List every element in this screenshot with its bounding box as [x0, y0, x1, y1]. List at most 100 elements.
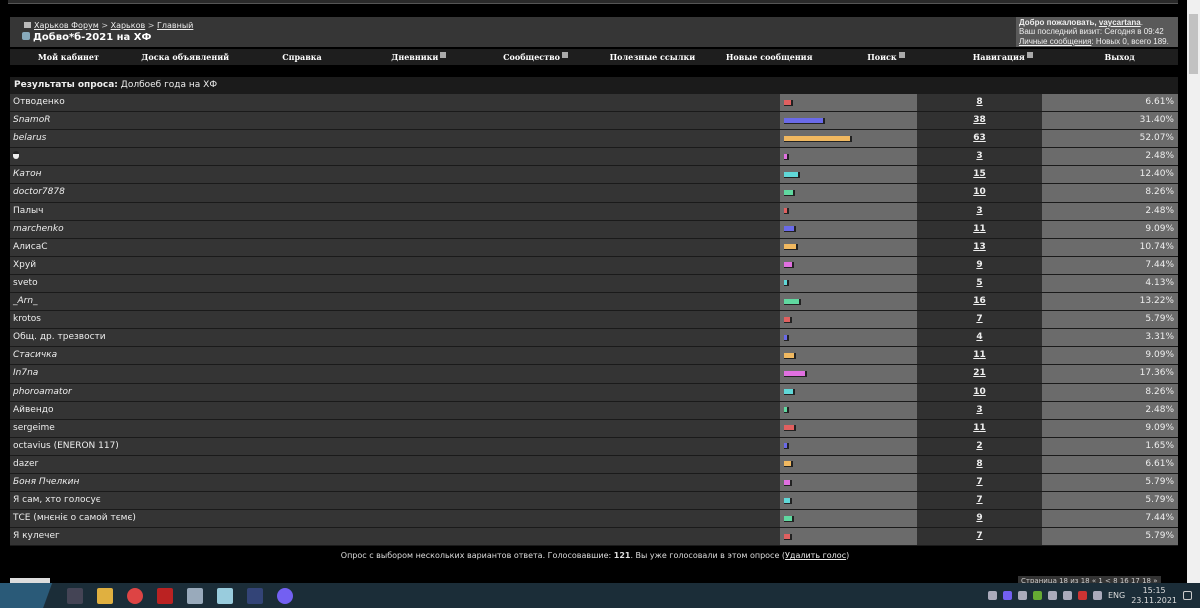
- vote-count[interactable]: 3: [917, 148, 1042, 166]
- option-text: marchenko: [13, 223, 64, 234]
- vote-count[interactable]: 21: [917, 365, 1042, 383]
- table-row: doctor7878 10 8.26%: [10, 184, 1178, 203]
- breadcrumb-main[interactable]: Главный: [157, 21, 193, 30]
- nvidia-icon[interactable]: [1032, 591, 1042, 600]
- dropdown-icon[interactable]: [562, 52, 568, 58]
- antivirus-icon[interactable]: [1077, 591, 1087, 600]
- language-indicator[interactable]: ENG: [1108, 591, 1125, 600]
- vote-count[interactable]: 4: [917, 329, 1042, 347]
- vote-bar: [784, 208, 789, 215]
- vote-count[interactable]: 11: [917, 220, 1042, 238]
- dropdown-icon[interactable]: [1026, 52, 1033, 58]
- viber-icon[interactable]: [277, 587, 293, 604]
- breadcrumb-kharkiv[interactable]: Харьков: [111, 21, 146, 30]
- vote-bar: [784, 190, 795, 197]
- vote-count[interactable]: 7: [917, 492, 1042, 510]
- option-text: krotos: [13, 314, 41, 325]
- nav-item[interactable]: Сообщество: [477, 52, 594, 62]
- viber-tray-icon[interactable]: [1002, 591, 1012, 600]
- nav-item[interactable]: Выход: [1061, 52, 1178, 62]
- vote-count[interactable]: 13: [917, 238, 1042, 256]
- document-app-icon[interactable]: [217, 587, 233, 604]
- pdf-app-icon[interactable]: [157, 587, 173, 604]
- vote-bar-cell: [780, 184, 917, 202]
- vote-count[interactable]: 9: [917, 256, 1042, 274]
- vote-count[interactable]: 7: [917, 473, 1042, 492]
- nav-item-label: Доска объявлений: [141, 52, 230, 62]
- table-row: In7na 21 17.36%: [10, 365, 1178, 384]
- vote-count[interactable]: 10: [917, 184, 1042, 202]
- vote-bar: [784, 370, 807, 377]
- vote-bar: [784, 352, 796, 359]
- save-app-icon[interactable]: [247, 587, 263, 604]
- usb-icon[interactable]: [1047, 591, 1057, 600]
- option-label: Катон: [10, 166, 780, 184]
- option-label: ТСЕ (мнєніє о самой тємє): [10, 510, 780, 528]
- option-text: Хруй: [13, 259, 37, 270]
- vote-count[interactable]: 5: [917, 274, 1042, 293]
- vote-count[interactable]: 7: [917, 528, 1042, 546]
- username-link[interactable]: vaycartana: [1099, 18, 1141, 27]
- vote-count[interactable]: 10: [917, 383, 1042, 401]
- option-label: Отводенко: [10, 94, 780, 112]
- vote-count[interactable]: 7: [917, 311, 1042, 329]
- notepad-icon[interactable]: [187, 587, 203, 604]
- vote-count[interactable]: 63: [917, 130, 1042, 148]
- vote-count[interactable]: 3: [917, 202, 1042, 220]
- chrome-icon[interactable]: [127, 587, 143, 604]
- vote-count[interactable]: 3: [917, 401, 1042, 419]
- vote-bar-cell: [780, 528, 917, 546]
- scrollbar[interactable]: [1187, 0, 1200, 583]
- vote-count[interactable]: 11: [917, 419, 1042, 437]
- delete-vote-link[interactable]: Удалить голос: [785, 551, 846, 560]
- vote-percent: 3.31%: [1042, 329, 1178, 347]
- vote-count[interactable]: 8: [917, 455, 1042, 473]
- table-row: Я сам, хто голосує 7 5.79%: [10, 492, 1178, 511]
- option-text: SnamoR: [13, 115, 51, 126]
- option-text: In7na: [13, 368, 39, 379]
- nav-item[interactable]: Доска объявлений: [127, 52, 244, 62]
- start-button[interactable]: [0, 583, 60, 608]
- vote-count[interactable]: 11: [917, 347, 1042, 365]
- dropdown-icon[interactable]: [898, 52, 905, 58]
- dropdown-icon[interactable]: [440, 52, 447, 58]
- footer-text2: . Вы уже голосовали в этом опросе (: [630, 551, 786, 560]
- vote-bar: [784, 407, 789, 414]
- nav-item[interactable]: Справка: [244, 52, 361, 62]
- nav-item[interactable]: Мой кабинет: [10, 52, 127, 62]
- option-text: _Arn_: [13, 296, 38, 307]
- table-row: marchenko 11 9.09%: [10, 220, 1178, 239]
- file-explorer-icon[interactable]: [97, 587, 113, 604]
- clock[interactable]: 15:15 23.11.2021: [1131, 586, 1177, 606]
- vote-count[interactable]: 9: [917, 510, 1042, 528]
- vote-count[interactable]: 8: [917, 94, 1042, 112]
- vote-count[interactable]: 2: [917, 437, 1042, 455]
- tray-icon[interactable]: [1017, 591, 1027, 600]
- nav-item[interactable]: Дневники: [360, 52, 477, 62]
- nav-item[interactable]: Поиск: [828, 52, 945, 62]
- notification-icon[interactable]: [1183, 591, 1192, 600]
- system-tray: ENG 15:15 23.11.2021: [987, 586, 1200, 606]
- pm-link[interactable]: Личные сообщения: [1019, 37, 1091, 46]
- nav-item[interactable]: Полезные ссылки: [594, 52, 711, 62]
- nav-item-label: Новые сообщения: [725, 52, 813, 62]
- vote-count[interactable]: 16: [917, 293, 1042, 311]
- task-view-icon[interactable]: [67, 587, 83, 604]
- option-text: sergeime: [13, 422, 55, 433]
- scrollbar-thumb[interactable]: [1189, 14, 1198, 74]
- option-text: phoroamator: [13, 386, 72, 397]
- vote-percent: 2.48%: [1042, 148, 1178, 166]
- volume-icon[interactable]: [1092, 591, 1102, 600]
- vote-count[interactable]: 15: [917, 166, 1042, 184]
- vote-bar: [784, 153, 789, 160]
- vote-count[interactable]: 38: [917, 112, 1042, 130]
- footer-close: ): [846, 551, 850, 560]
- page-title: Добво*б-2021 на ХФ: [22, 32, 151, 43]
- vote-bar-cell: [780, 94, 917, 112]
- tray-icon[interactable]: [987, 591, 997, 600]
- breadcrumb-forum[interactable]: Харьков Форум: [34, 21, 99, 30]
- vote-percent: 9.09%: [1042, 220, 1178, 238]
- nav-item[interactable]: Новые сообщения: [711, 52, 828, 62]
- network-icon[interactable]: [1062, 591, 1072, 600]
- nav-item[interactable]: Навигация: [944, 52, 1061, 62]
